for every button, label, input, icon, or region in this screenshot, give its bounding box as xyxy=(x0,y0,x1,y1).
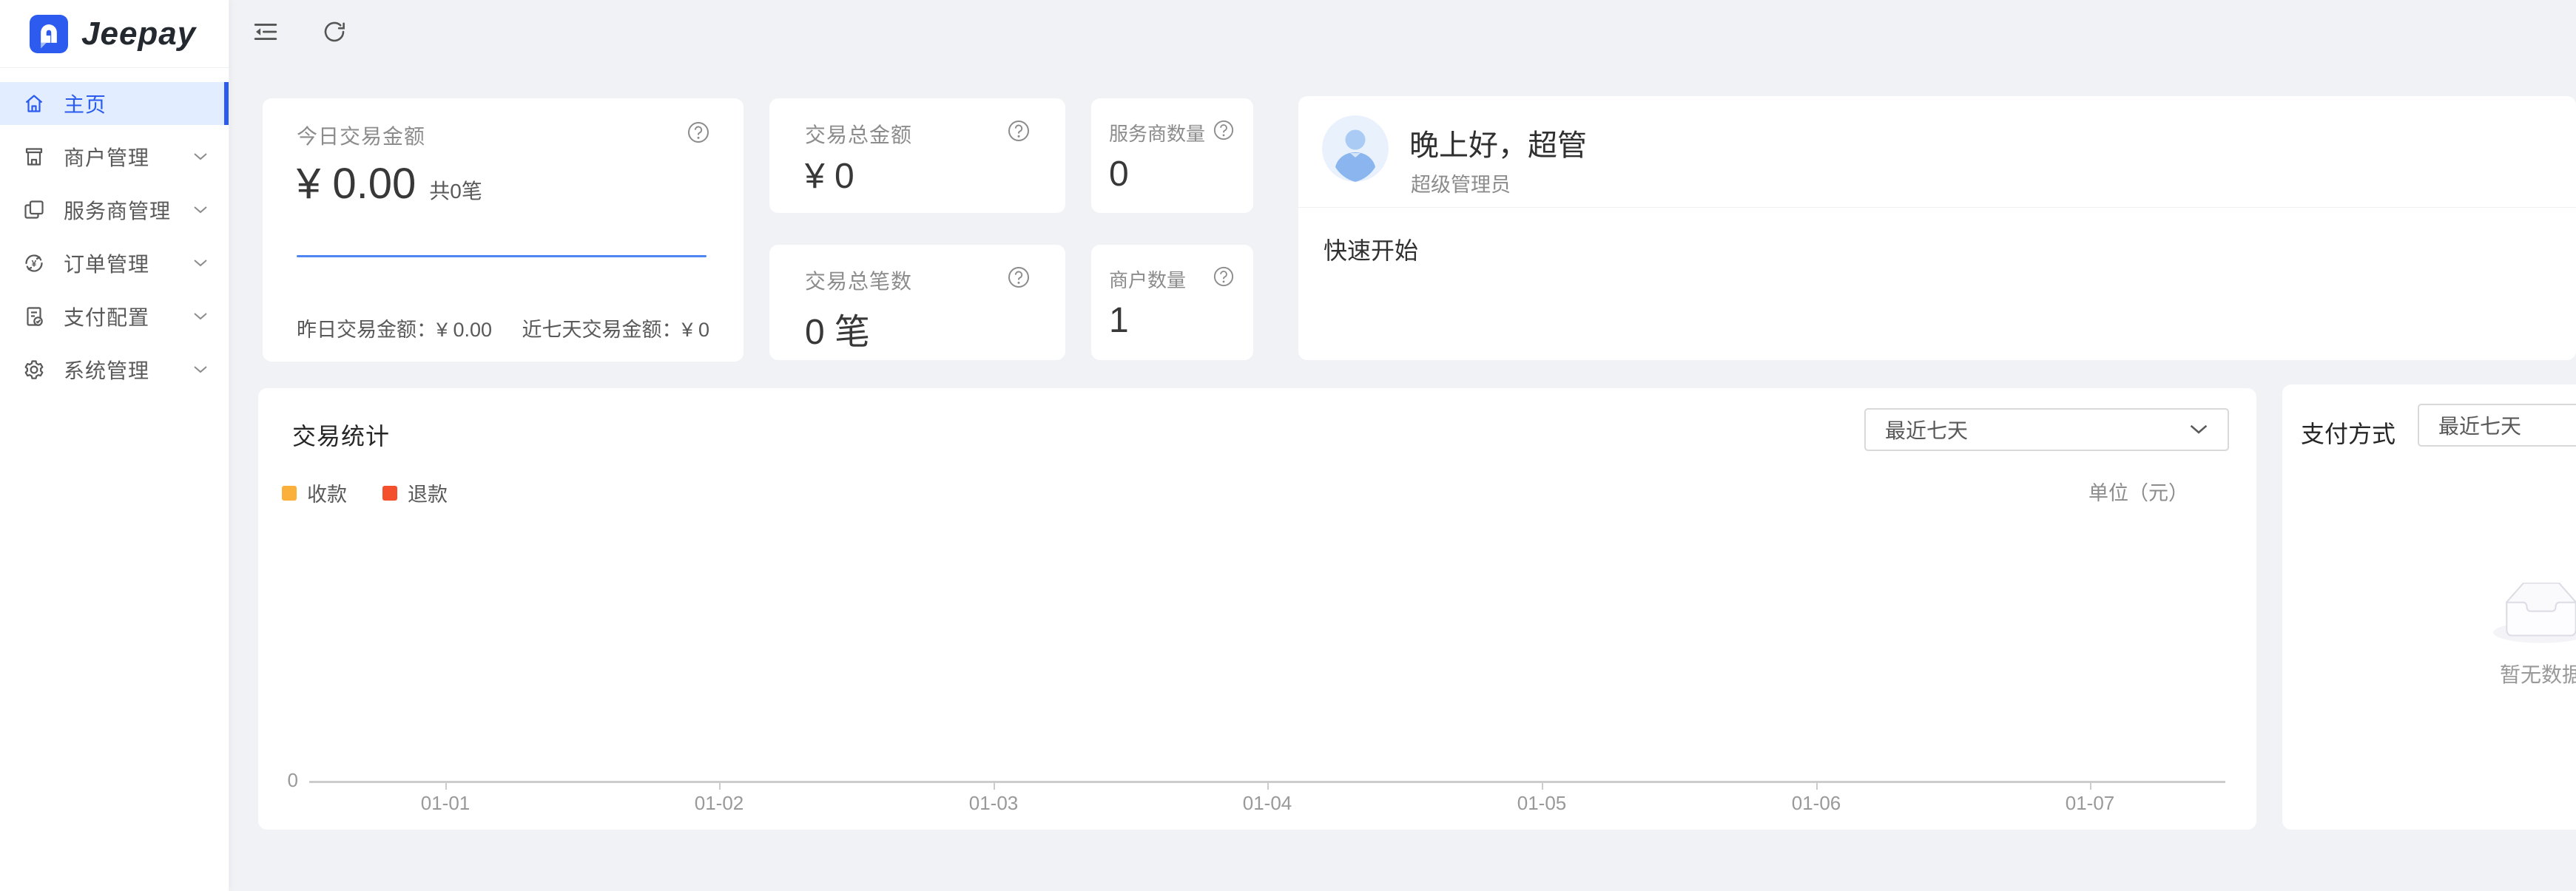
chevron-down-icon xyxy=(193,365,208,374)
yesterday-amount: 昨日交易金额：¥ 0.00 xyxy=(297,314,492,342)
x-axis-tick xyxy=(445,783,447,790)
chart-range-value: 最近七天 xyxy=(1885,415,1968,444)
legend-label: 收款 xyxy=(307,478,347,507)
card-total-count: 交易总笔数 0 笔 xyxy=(769,245,1065,360)
empty-text: 暂无数据 xyxy=(2282,659,2576,688)
sidebar: Jeepay 主页 商户管理 xyxy=(0,0,229,891)
card-merchant-count: 商户数量 1 xyxy=(1091,245,1253,360)
greeting-text: 晚上好，超管 xyxy=(1409,121,1587,164)
x-axis-label: 01-04 xyxy=(1208,792,1326,815)
total-count-value: 0 笔 xyxy=(805,302,1030,354)
x-axis-tick xyxy=(994,783,995,790)
reload-icon[interactable] xyxy=(323,20,346,44)
help-icon[interactable] xyxy=(1213,120,1235,142)
x-axis-tick xyxy=(1542,783,1543,790)
chevron-down-icon xyxy=(2189,424,2208,436)
user-role: 超级管理员 xyxy=(1411,169,1511,197)
transaction-icon: ¥ xyxy=(22,251,46,275)
chart-title: 交易统计 xyxy=(292,418,390,452)
card-isv-count: 服务商数量 0 xyxy=(1091,98,1253,213)
help-icon[interactable] xyxy=(1213,266,1235,288)
help-icon[interactable] xyxy=(1008,266,1030,288)
shop-icon xyxy=(22,145,46,169)
today-count-suffix: 共0笔 xyxy=(429,175,482,205)
svg-text:¥: ¥ xyxy=(32,259,37,269)
card-total-amount: 交易总金额 ¥ 0 xyxy=(769,98,1065,213)
x-axis-label: 01-03 xyxy=(934,792,1053,815)
empty-box-icon xyxy=(2493,583,2576,645)
x-axis-label: 01-05 xyxy=(1483,792,1601,815)
chart-legend: 收款 退款 xyxy=(282,478,448,507)
sidebar-item-label: 订单管理 xyxy=(64,248,193,278)
stat-label: 服务商数量 xyxy=(1109,119,1205,146)
week-amount: 近七天交易金额：¥ 0 xyxy=(522,314,709,342)
jeepay-logo-icon xyxy=(30,15,68,53)
brand-name: Jeepay xyxy=(81,16,196,52)
x-axis-label: 01-06 xyxy=(1757,792,1875,815)
help-icon[interactable] xyxy=(687,121,709,143)
sidebar-item-service-providers[interactable]: 服务商管理 xyxy=(0,189,229,231)
help-icon[interactable] xyxy=(1008,120,1030,142)
x-axis-label: 01-01 xyxy=(386,792,505,815)
today-amount-value: ¥ 0.00 xyxy=(297,159,416,209)
avatar xyxy=(1322,115,1389,182)
card-pay-methods: 支付方式 最近七天 暂无数据 xyxy=(2282,384,2576,830)
sidebar-item-label: 主页 xyxy=(64,89,208,118)
legend-item-income[interactable]: 收款 xyxy=(282,478,347,507)
legend-swatch-income xyxy=(282,486,297,501)
quick-start-title: 快速开始 xyxy=(1324,232,1418,266)
total-amount-value: ¥ 0 xyxy=(805,156,1030,197)
empty-state: 暂无数据 xyxy=(2282,583,2576,688)
mini-trend-line xyxy=(297,255,707,257)
x-axis-label: 01-07 xyxy=(2031,792,2149,815)
brand-logo[interactable]: Jeepay xyxy=(0,0,229,68)
isv-count-value: 0 xyxy=(1109,154,1235,194)
chart-range-select[interactable]: 最近七天 xyxy=(1864,408,2229,451)
sidebar-item-label: 系统管理 xyxy=(64,355,193,384)
gear-icon xyxy=(22,358,46,382)
x-axis-tick xyxy=(1816,783,1818,790)
legend-swatch-refund xyxy=(382,486,397,501)
sidebar-item-home[interactable]: 主页 xyxy=(0,82,229,125)
chevron-down-icon xyxy=(193,152,208,161)
sidebar-item-pay-config[interactable]: 支付配置 xyxy=(0,295,229,338)
jeepay-dashboard: Jeepay 主页 商户管理 xyxy=(0,0,2576,891)
chart-unit-label: 单位（元） xyxy=(2088,477,2188,506)
sidebar-item-orders[interactable]: ¥ 订单管理 xyxy=(0,242,229,285)
sidebar-item-label: 商户管理 xyxy=(64,142,193,172)
card-today-amount: 今日交易金额 ¥ 0.00 共0笔 昨日交易金额：¥ 0.00 近七天交易金额：… xyxy=(263,98,744,362)
menu-fold-icon[interactable] xyxy=(253,19,278,44)
pay-methods-title: 支付方式 xyxy=(2301,416,2395,450)
x-axis-tick xyxy=(719,783,721,790)
cluster-icon xyxy=(22,198,46,222)
x-axis-tick xyxy=(1267,783,1269,790)
pay-config-icon xyxy=(22,305,46,328)
chevron-down-icon xyxy=(193,206,208,214)
legend-item-refund[interactable]: 退款 xyxy=(382,478,448,507)
sidebar-item-label: 支付配置 xyxy=(64,302,193,331)
stat-label: 今日交易金额 xyxy=(297,121,425,150)
card-trade-chart: 交易统计 最近七天 收款 退款 单位（元） 0 01-01 xyxy=(258,388,2256,830)
sidebar-item-system[interactable]: 系统管理 xyxy=(0,348,229,391)
stat-label: 商户数量 xyxy=(1109,265,1186,293)
chevron-down-icon xyxy=(193,259,208,268)
sidebar-item-merchants[interactable]: 商户管理 xyxy=(0,135,229,178)
pay-range-value: 最近七天 xyxy=(2438,410,2521,440)
merchant-count-value: 1 xyxy=(1109,300,1235,341)
x-axis-label: 01-02 xyxy=(660,792,778,815)
card-welcome: 晚上好，超管 超级管理员 快速开始 xyxy=(1298,96,2576,360)
chevron-down-icon xyxy=(193,312,208,321)
divider xyxy=(1298,207,2576,208)
sidebar-item-label: 服务商管理 xyxy=(64,195,193,225)
y-axis-zero-label: 0 xyxy=(269,769,298,792)
stat-label: 交易总笔数 xyxy=(805,265,912,295)
stat-label: 交易总金额 xyxy=(805,119,912,149)
sidebar-nav: 主页 商户管理 xyxy=(0,68,229,391)
legend-label: 退款 xyxy=(408,478,448,507)
x-axis-tick xyxy=(2090,783,2091,790)
home-icon xyxy=(22,92,46,115)
pay-range-select[interactable]: 最近七天 xyxy=(2418,404,2576,447)
